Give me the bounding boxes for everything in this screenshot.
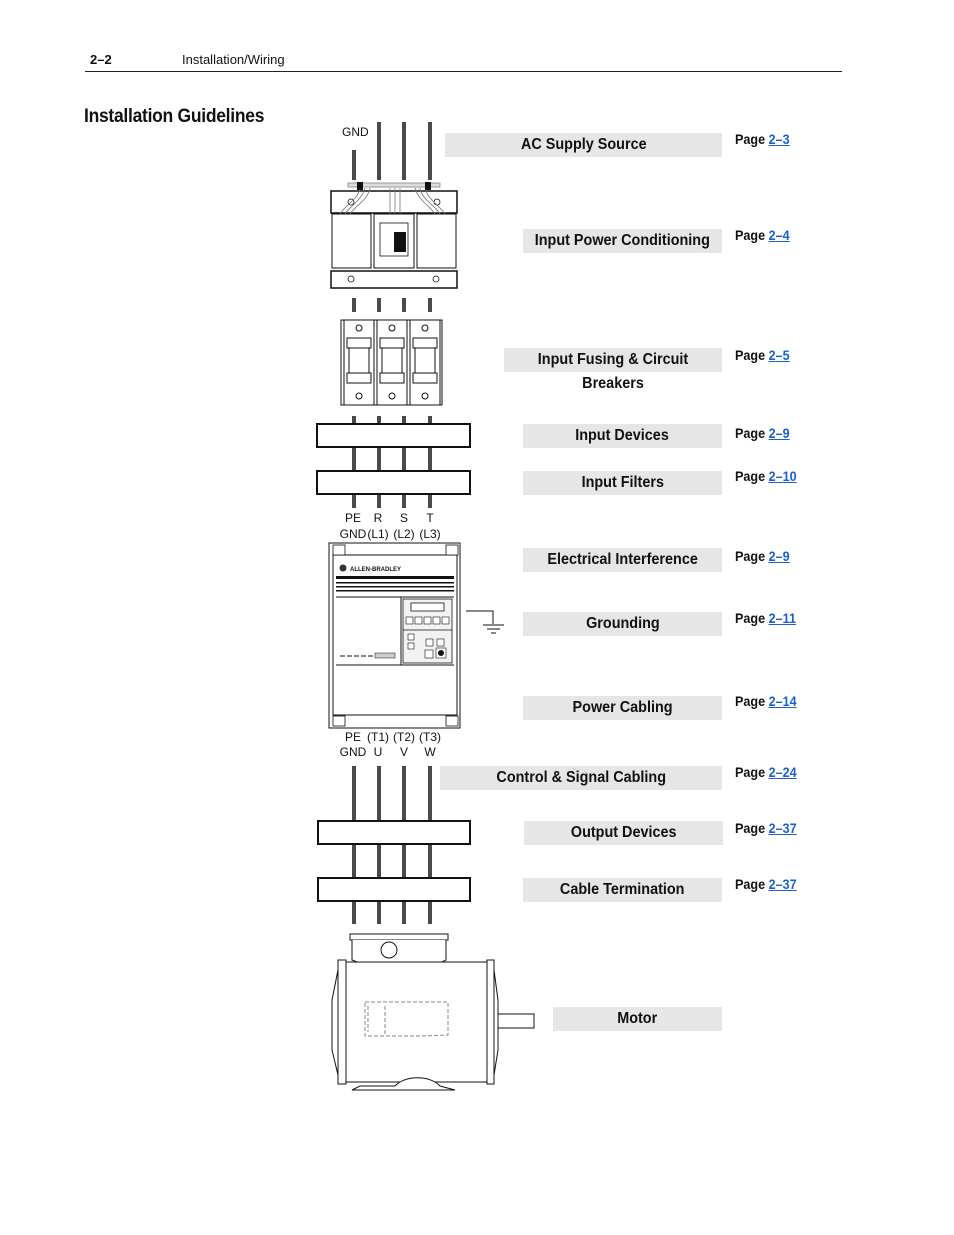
terminal-label: PE [344,511,361,525]
page-link[interactable]: 2–9 [769,425,790,441]
page-link[interactable]: 2–4 [769,227,790,243]
page-ref: Page 2–9 [735,548,796,564]
guideline-label: Motor [617,1010,658,1027]
terminal-label: V [399,745,408,759]
page-ref: Page 2–14 [735,693,804,709]
page-link[interactable]: 2–37 [769,876,797,892]
guideline-label: Power Cabling [572,699,673,716]
terminal-label: PE [344,730,361,744]
guideline-motor: Motor [553,1007,722,1031]
guideline-label: Input Power Conditioning [534,232,711,249]
page-ref: Page 2–24 [735,764,804,780]
page-word: Page [735,764,766,780]
page-word: Page [735,610,766,626]
page-link[interactable]: 2–9 [769,548,790,564]
page-word: Page [735,425,766,441]
page-ref: Page 2–37 [735,876,804,892]
page-word: Page [735,468,766,484]
fuse-block-icon [340,319,443,406]
ground-symbol-icon [466,610,504,634]
guideline-input-devices: Input Devices [523,424,722,448]
terminal-label: R [373,511,383,525]
page-word: Page [735,820,766,836]
page-ref: Page 2–10 [735,468,804,484]
guideline-label: Input Filters [581,474,664,491]
guideline-label: Cable Termination [560,881,685,898]
guideline-label: Output Devices [570,824,677,841]
wire-segment [352,298,432,312]
page-link[interactable]: 2–10 [769,468,797,484]
page-link[interactable]: 2–24 [769,764,797,780]
terminal-label: GND [339,745,367,759]
guideline-label: Control & Signal Cabling [496,769,666,786]
terminal-label: T [426,511,434,525]
page-word: Page [735,876,766,892]
page-word: Page [735,131,766,147]
terminal-label: S [399,511,408,525]
page-word: Page [735,227,766,243]
cable-termination-box [317,877,471,902]
guideline-input-fusing: Input Fusing & Circuit Breakers [504,348,722,392]
guideline-input-power-conditioning: Input Power Conditioning [523,229,722,253]
motor-icon [331,933,535,1091]
drive-brand: ALLEN-BRADLEY [350,567,401,573]
gnd-label: GND [342,125,369,139]
terminal-label: (L2) [393,527,415,541]
guideline-label: Grounding [585,615,660,632]
page-ref: Page 2–9 [735,425,796,441]
guideline-label: AC Supply Source [520,136,647,153]
terminal-label: (T1) [367,730,389,744]
guideline-input-filters: Input Filters [523,471,722,495]
guideline-output-devices: Output Devices [524,821,723,845]
guideline-grounding: Grounding [523,612,722,636]
output-device-box [317,820,471,845]
terminal-label: U [373,745,383,759]
input-filter-box [316,470,471,495]
terminal-label: (T2) [393,730,415,744]
page-ref: Page 2–11 [735,610,803,626]
drive-icon: ALLEN-BRADLEY [328,542,461,729]
page-ref: Page 2–37 [735,820,804,836]
guideline-control-signal-cabling: Control & Signal Cabling [440,766,722,790]
page-word: Page [735,548,766,564]
terminal-label: (L3) [419,527,441,541]
guideline-power-cabling: Power Cabling [523,696,722,720]
guideline-cable-termination: Cable Termination [523,878,722,902]
guideline-ac-supply-source: AC Supply Source [445,133,722,157]
guideline-label: Input Devices [575,427,670,444]
page-link[interactable]: 2–14 [769,693,797,709]
guideline-label: Electrical Interference [547,551,698,568]
guideline-electrical-interference: Electrical Interference [523,548,722,572]
page-link[interactable]: 2–37 [769,820,797,836]
wiring-diagram: GND ALLEN-BRADLEY [316,122,535,1091]
page-link[interactable]: 2–5 [769,347,790,363]
page-ref: Page 2–3 [735,131,796,147]
page-link[interactable]: 2–11 [769,610,796,626]
transformer-icon [330,182,458,289]
page-word: Page [735,693,766,709]
terminal-label: W [424,745,436,759]
guideline-label: Input Fusing & Circuit Breakers [537,351,689,392]
terminal-label: GND [339,527,367,541]
terminal-label: (L1) [367,527,389,541]
input-device-box [316,423,471,448]
page-ref: Page 2–4 [735,227,796,243]
page-ref: Page 2–5 [735,347,796,363]
page-word: Page [735,347,766,363]
page-link[interactable]: 2–3 [769,131,790,147]
terminal-label: (T3) [419,730,441,744]
